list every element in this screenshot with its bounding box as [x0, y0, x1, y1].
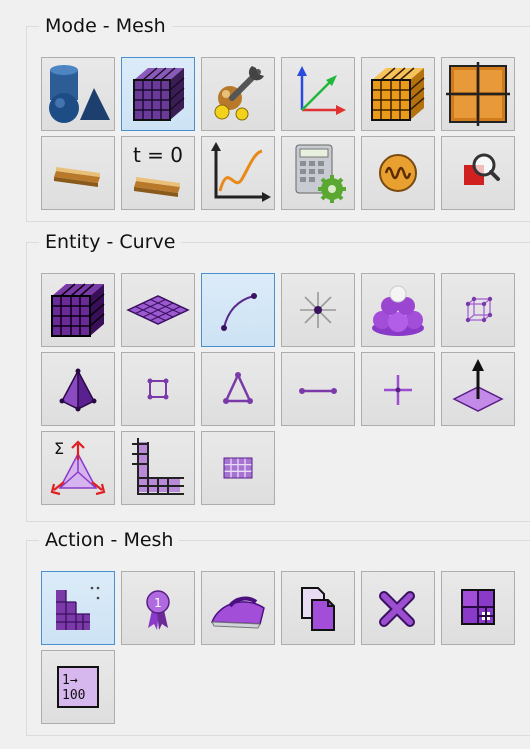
- volume-cube-icon: [51, 283, 105, 337]
- plot-button[interactable]: [201, 136, 275, 210]
- renumber-icon: 1→ 100: [57, 666, 99, 708]
- node-button[interactable]: [281, 273, 355, 347]
- group-button[interactable]: [361, 273, 435, 347]
- calculator-button[interactable]: [281, 136, 355, 210]
- group-spheres-icon: [372, 285, 424, 336]
- grid-frame-icon: [446, 62, 510, 126]
- geometry-button[interactable]: [41, 57, 115, 131]
- node-cross-icon: [384, 375, 412, 405]
- wrench-bc-icon: [214, 66, 264, 121]
- smooth-button[interactable]: [201, 571, 275, 645]
- volume-button[interactable]: [41, 273, 115, 347]
- edge-button[interactable]: [281, 352, 355, 426]
- time-zero-icon: [134, 177, 180, 197]
- block-button[interactable]: [121, 431, 195, 505]
- delete-x-icon: [379, 591, 415, 627]
- copy-pages-icon: [301, 587, 335, 631]
- vibration-button[interactable]: [361, 136, 435, 210]
- groups-button[interactable]: [441, 57, 515, 131]
- material-cube-icon: [371, 67, 425, 121]
- wave-circle-icon: [379, 154, 417, 192]
- hex-element-icon: [465, 296, 493, 323]
- mesh-action-button[interactable]: [41, 571, 115, 645]
- initial-conditions-button[interactable]: t = 0: [121, 136, 195, 210]
- analysis-button[interactable]: [41, 136, 115, 210]
- material-blocks-button[interactable]: [361, 57, 435, 131]
- calculator-gear-icon: [295, 144, 346, 203]
- action-group-title: Action - Mesh: [39, 527, 180, 553]
- edge-line-icon: [299, 388, 337, 394]
- boundary-conditions-button[interactable]: [201, 57, 275, 131]
- vertex-star-icon: [300, 292, 336, 328]
- delete-button[interactable]: [361, 571, 435, 645]
- curve-icon: [221, 293, 257, 331]
- sideset-button[interactable]: [441, 352, 515, 426]
- tri-button[interactable]: [201, 352, 275, 426]
- renumber-button[interactable]: 1→ 100: [41, 650, 115, 724]
- mode-group-title: Mode - Mesh: [39, 13, 172, 39]
- quality-button[interactable]: 1: [121, 571, 195, 645]
- curve-button[interactable]: [201, 273, 275, 347]
- block-grid-icon: [132, 438, 184, 495]
- mesh-button[interactable]: [121, 57, 195, 131]
- refine-squares-icon: [461, 589, 495, 625]
- face-button[interactable]: [121, 352, 195, 426]
- mesh-grid-button[interactable]: [201, 431, 275, 505]
- iron-icon: [210, 596, 265, 629]
- layer-plate-icon: [54, 167, 100, 187]
- refine-button[interactable]: [441, 571, 515, 645]
- tet-button[interactable]: [41, 352, 115, 426]
- sigma-tri-icon: Σ: [50, 439, 106, 496]
- surface-button[interactable]: [121, 273, 195, 347]
- inspect-button[interactable]: [441, 136, 515, 210]
- graph-curve-icon: [211, 142, 271, 202]
- ribbon-award-icon: 1: [146, 590, 170, 630]
- tri-face-icon: [223, 372, 253, 404]
- copy-button[interactable]: [281, 571, 355, 645]
- mesh-cube-icon: [133, 67, 185, 121]
- geometry-shapes-icon: [49, 65, 110, 123]
- quad-face-icon: [147, 378, 169, 400]
- entity-group-title: Entity - Curve: [39, 229, 182, 255]
- node-point-button[interactable]: [361, 352, 435, 426]
- tet-element-icon: [59, 368, 97, 412]
- svg-text:Σ: Σ: [54, 439, 64, 458]
- xyz-axes-icon: [297, 66, 346, 115]
- coordinate-systems-button[interactable]: [281, 57, 355, 131]
- grid-icon: [223, 457, 253, 479]
- svg-text:1: 1: [154, 596, 162, 610]
- hex-button[interactable]: [441, 273, 515, 347]
- mesh-stairs-icon: [56, 586, 100, 630]
- sideset-arrow-icon: [452, 359, 504, 412]
- nodeset-button[interactable]: Σ: [41, 431, 115, 505]
- surface-plate-icon: [126, 295, 190, 325]
- magnifier-icon: [464, 153, 500, 185]
